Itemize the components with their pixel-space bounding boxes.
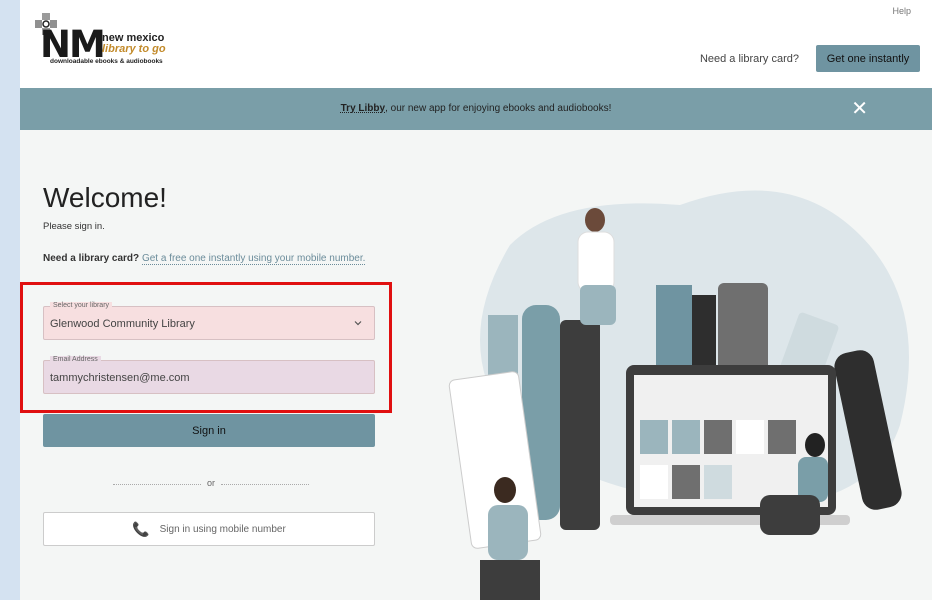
tile-1 bbox=[640, 420, 668, 454]
person-top-body bbox=[577, 231, 615, 293]
logo-tagline: downloadable ebooks & audiobooks bbox=[50, 58, 163, 65]
mobile-sign-in-button[interactable]: 📞 Sign in using mobile number bbox=[43, 512, 375, 546]
library-select-value: Glenwood Community Library bbox=[50, 318, 195, 330]
or-divider: or bbox=[113, 478, 309, 488]
tile-7 bbox=[672, 465, 700, 499]
person-left-body bbox=[488, 505, 528, 560]
email-field[interactable]: Email Address tammychristensen@me.com bbox=[43, 356, 375, 394]
tile-6 bbox=[640, 465, 668, 499]
logo-line2: library to go bbox=[102, 43, 166, 55]
please-sign-in-text: Please sign in. bbox=[43, 221, 105, 232]
tile-8 bbox=[704, 465, 732, 499]
tile-3 bbox=[704, 420, 732, 454]
chevron-down-icon bbox=[354, 321, 362, 326]
try-libby-link[interactable]: Try Libby bbox=[341, 103, 385, 114]
book-dark-1 bbox=[560, 320, 600, 530]
phone-icon: 📞 bbox=[132, 520, 150, 537]
tile-5 bbox=[768, 420, 796, 454]
person-left-seat bbox=[480, 560, 540, 600]
main-content: Welcome! Please sign in. Need a library … bbox=[20, 130, 932, 600]
divider-line-right bbox=[221, 484, 309, 485]
mobile-sign-in-label: Sign in using mobile number bbox=[159, 523, 286, 535]
banner-message: Try Libby, our new app for enjoying eboo… bbox=[20, 103, 932, 114]
library-select[interactable]: Select your library Glenwood Community L… bbox=[43, 302, 375, 340]
person-right-legs bbox=[760, 495, 820, 535]
tile-2 bbox=[672, 420, 700, 454]
tile-4 bbox=[736, 420, 764, 454]
need-card-text: Need a library card? bbox=[699, 53, 799, 65]
person-right-head bbox=[805, 433, 825, 457]
need-library-card: Need a library card? Get a free one inst… bbox=[43, 251, 373, 267]
library-select-label: Select your library bbox=[50, 302, 113, 309]
sign-in-button[interactable]: Sign in bbox=[43, 414, 375, 447]
or-text: or bbox=[206, 478, 215, 488]
nm-library-logo[interactable]: NM new mexico library to go downloadable… bbox=[34, 12, 204, 72]
get-one-instantly-button[interactable]: Get one instantly bbox=[816, 45, 920, 72]
banner-text: , our new app for enjoying ebooks and au… bbox=[385, 103, 612, 114]
library-illustration bbox=[448, 190, 909, 600]
need-card-bold: Need a library card? bbox=[43, 253, 140, 264]
welcome-heading: Welcome! bbox=[43, 182, 167, 213]
top-bar: NM new mexico library to go downloadable… bbox=[20, 0, 932, 88]
email-field-label: Email Address bbox=[50, 356, 101, 363]
page: NM new mexico library to go downloadable… bbox=[20, 0, 932, 600]
libby-banner: Try Libby, our new app for enjoying eboo… bbox=[20, 88, 932, 130]
email-field-value: tammychristensen@me.com bbox=[50, 372, 190, 384]
person-top-legs bbox=[580, 285, 616, 325]
divider-line-left bbox=[113, 484, 201, 485]
person-left-head bbox=[494, 477, 516, 503]
help-link[interactable]: Help bbox=[892, 6, 911, 16]
person-top-head bbox=[585, 208, 605, 232]
get-free-card-link[interactable]: Get a free one instantly using your mobi… bbox=[141, 253, 366, 265]
close-icon[interactable]: ✕ bbox=[851, 96, 868, 122]
